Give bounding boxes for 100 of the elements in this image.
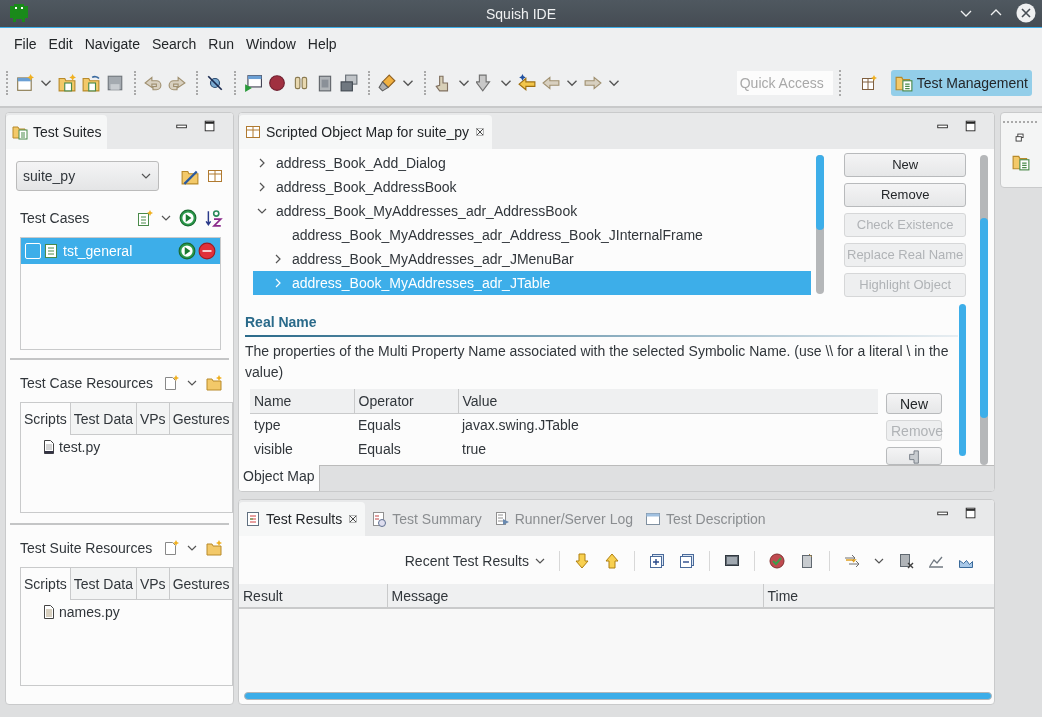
test-suites-icon[interactable] <box>1012 153 1030 171</box>
tree-item[interactable]: address_Book_MyAddresses_adr_Address_Book_JInternalFrame <box>253 222 811 247</box>
table-cell: type <box>250 413 354 438</box>
brush-icon[interactable] <box>378 74 396 92</box>
section-label: Test Suite Resources <box>20 540 154 556</box>
down-arrow-icon[interactable] <box>476 74 494 92</box>
view-tab[interactable]: Test Suites <box>6 115 108 149</box>
folder-icon[interactable] <box>82 74 100 92</box>
scrollbar[interactable] <box>816 154 824 295</box>
up-arrow-icon[interactable] <box>604 553 620 569</box>
new-folder-icon[interactable] <box>58 74 76 92</box>
new-file-icon[interactable] <box>163 540 179 556</box>
run-icon[interactable] <box>178 242 196 260</box>
collapse-all-icon[interactable] <box>679 553 695 569</box>
menu-item[interactable]: Window <box>240 32 302 56</box>
menu-item[interactable]: Search <box>145 32 203 56</box>
table-cell-text: Equals <box>357 440 402 460</box>
perspective-button[interactable]: Test Management <box>890 70 1032 96</box>
table-cell: Equals <box>354 413 458 438</box>
move-icon <box>906 450 922 465</box>
back-arrow-icon[interactable] <box>518 74 536 92</box>
screenshot-icon[interactable] <box>724 553 740 569</box>
run-icon[interactable] <box>179 209 197 227</box>
tree-item[interactable]: address_Book_MyAddresses_adr_AddressBook <box>253 198 811 223</box>
window-icon <box>645 511 661 527</box>
close-icon[interactable] <box>474 125 487 138</box>
open-perspective-icon[interactable] <box>860 75 877 91</box>
table-icon[interactable] <box>207 168 223 184</box>
recent-results-dropdown[interactable]: Recent Test Results <box>404 553 545 569</box>
document-icon[interactable] <box>316 74 334 92</box>
delete-icon[interactable] <box>898 553 914 569</box>
new-window-icon[interactable] <box>16 74 34 92</box>
quick-access-field[interactable]: Quick Access <box>736 71 833 95</box>
log-icon <box>493 511 510 527</box>
menu-item[interactable]: Edit <box>42 32 79 56</box>
section-label: Test Cases <box>20 210 91 226</box>
maximize-icon[interactable] <box>964 506 978 520</box>
record-icon[interactable] <box>268 74 286 92</box>
resource-tab[interactable]: VPs <box>135 567 170 599</box>
close-icon[interactable] <box>1016 3 1036 23</box>
view-tab[interactable]: Test Results <box>239 502 366 536</box>
sort-icon[interactable] <box>205 209 223 227</box>
tree-item[interactable]: address_Book_MyAddresses_adr_JMenuBar <box>253 246 811 271</box>
resource-tab[interactable]: Gestures <box>168 567 233 599</box>
script-file[interactable]: test.py <box>41 439 232 455</box>
action-button[interactable]: Remove <box>844 182 967 207</box>
resource-tab[interactable]: Scripts <box>20 402 71 435</box>
column-header[interactable]: Name <box>250 389 354 414</box>
table-icon <box>245 123 261 140</box>
tree-item[interactable]: address_Book_AddressBook <box>253 174 811 199</box>
resource-tab[interactable]: VPs <box>135 402 170 434</box>
restore-icon[interactable] <box>1013 131 1027 145</box>
redo-icon[interactable] <box>168 74 186 92</box>
column-header[interactable]: Message <box>387 584 763 608</box>
down-arrow-icon[interactable] <box>574 553 590 569</box>
save-icon[interactable] <box>106 74 124 92</box>
view-tab[interactable]: Scripted Object Map for suite_py <box>239 114 493 149</box>
action-button[interactable]: New <box>844 152 967 177</box>
windows-icon[interactable] <box>340 74 358 92</box>
action-button[interactable]: New <box>886 393 942 415</box>
new-test-case-icon[interactable] <box>137 210 153 226</box>
maximize-icon[interactable] <box>203 119 217 133</box>
suite-dropdown[interactable]: suite_py <box>16 161 159 191</box>
check-icon[interactable] <box>769 553 785 569</box>
summary-icon <box>371 511 388 527</box>
table-cell-text: true <box>461 440 488 460</box>
resource-tab[interactable]: Test Data <box>69 567 137 599</box>
checkbox[interactable] <box>25 243 41 259</box>
script-file[interactable]: names.py <box>41 604 232 620</box>
launch-icon[interactable] <box>244 74 262 92</box>
column-header[interactable]: Operator <box>354 389 458 414</box>
menu-item[interactable]: Run <box>202 32 240 56</box>
maximize-icon[interactable] <box>964 118 978 133</box>
move-button[interactable] <box>886 447 942 466</box>
menu-item[interactable]: Navigate <box>78 32 146 56</box>
stop-icon[interactable] <box>198 242 216 260</box>
menu-item[interactable]: Help <box>301 32 343 56</box>
file-icon <box>41 439 57 455</box>
scrollbar[interactable] <box>959 304 966 457</box>
editor-tab[interactable]: Object Map <box>239 465 320 491</box>
pin-icon[interactable] <box>206 74 224 92</box>
close-icon[interactable] <box>347 513 360 525</box>
document-icon[interactable] <box>799 553 815 569</box>
new-file-icon[interactable] <box>163 375 179 391</box>
resource-tab[interactable]: Scripts <box>20 567 71 600</box>
column-header[interactable]: Time <box>763 584 994 608</box>
scrollbar[interactable] <box>244 692 992 700</box>
tree-item[interactable]: address_Book_Add_Dialog <box>253 150 811 175</box>
results-icon <box>245 511 261 527</box>
section-heading: Real Name <box>245 314 958 338</box>
menu-item[interactable]: File <box>8 32 43 56</box>
pause-icon[interactable] <box>292 74 310 92</box>
undo-icon[interactable] <box>144 74 162 92</box>
column-header[interactable]: Result <box>239 584 387 608</box>
column-header[interactable]: Value <box>458 389 878 414</box>
arrows-icon[interactable] <box>844 553 860 569</box>
expand-all-icon[interactable] <box>649 553 665 569</box>
resource-tab[interactable]: Test Data <box>69 402 137 434</box>
resource-tab[interactable]: Gestures <box>168 402 233 434</box>
scrollbar[interactable] <box>980 155 988 465</box>
